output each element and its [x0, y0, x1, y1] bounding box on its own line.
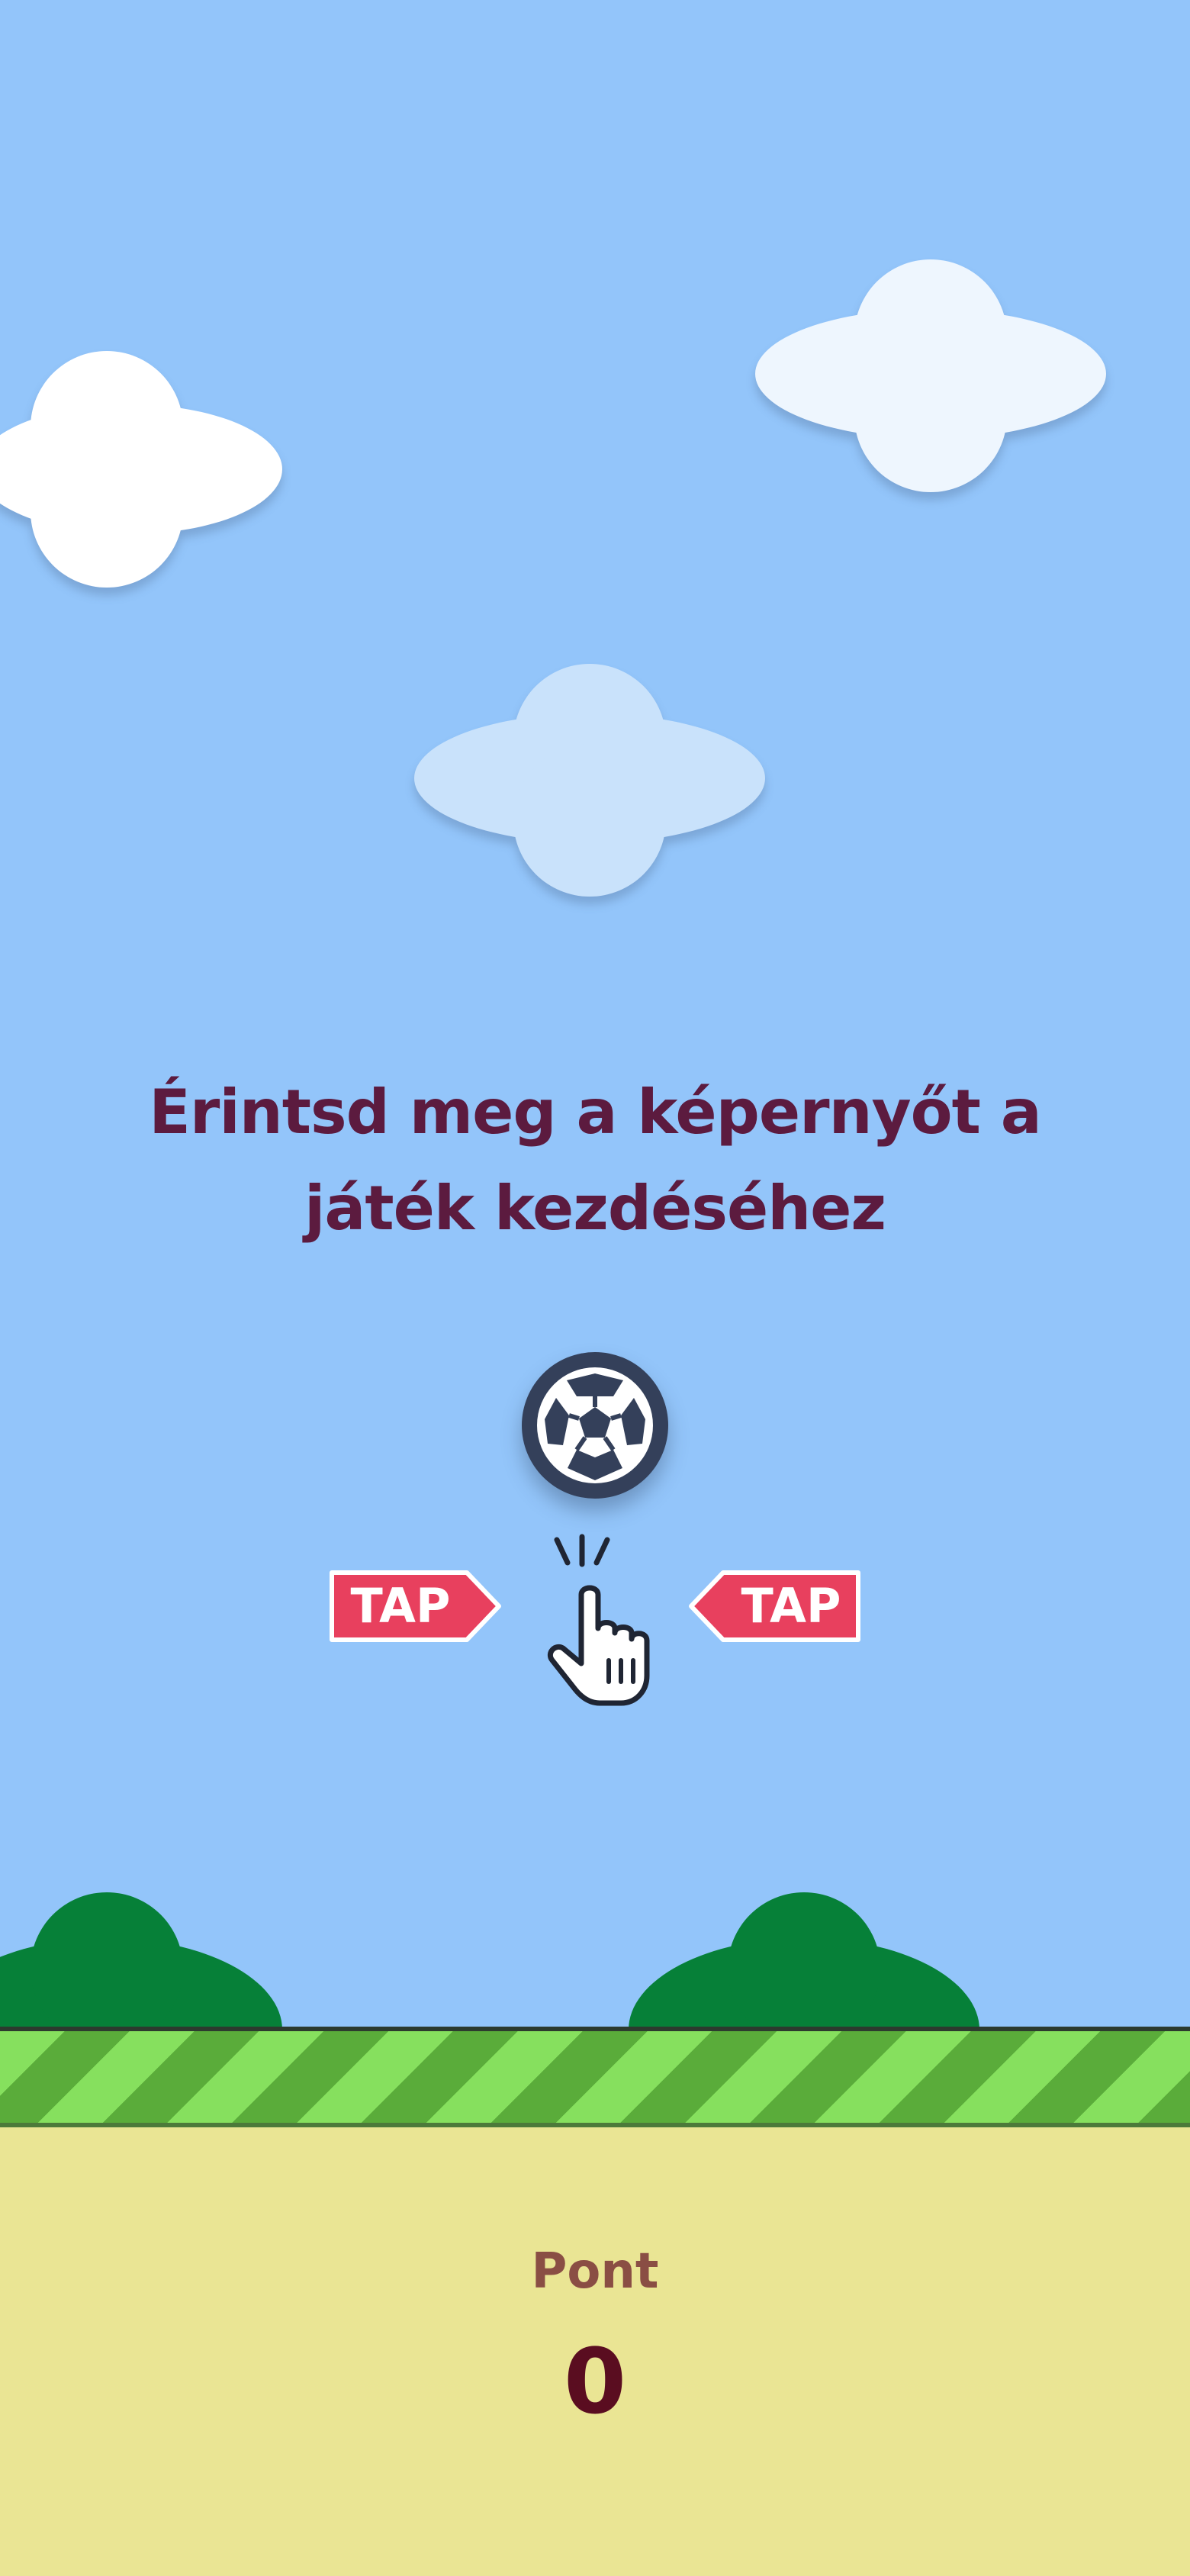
bush-left [0, 1892, 282, 2030]
bush-right [629, 1892, 979, 2030]
sky-background[interactable]: Érintsd meg a képernyőt a játék kezdéséh… [0, 0, 1190, 2030]
start-instruction-line2: játék kezdéséhez [304, 1173, 886, 1244]
tap-hint-left: TAP [330, 1570, 502, 1642]
tap-hint-right-label: TAP [741, 1578, 841, 1634]
cloud-middle [414, 664, 765, 908]
score-value: 0 [563, 2329, 627, 2434]
grass-ground [0, 2027, 1190, 2127]
start-instruction: Érintsd meg a képernyőt a játék kezdéséh… [137, 1064, 1053, 1257]
score-label: Pont [531, 2243, 659, 2300]
cloud-left [0, 351, 282, 595]
soccer-ball-icon [537, 1367, 653, 1483]
player-ball [522, 1352, 668, 1499]
tap-hint-left-label: TAP [350, 1578, 451, 1634]
tapping-hand-icon [547, 1534, 650, 1706]
start-instruction-line1: Érintsd meg a képernyőt a [149, 1077, 1041, 1148]
tap-hint-right: TAP [688, 1570, 860, 1642]
cloud-right [755, 259, 1106, 504]
